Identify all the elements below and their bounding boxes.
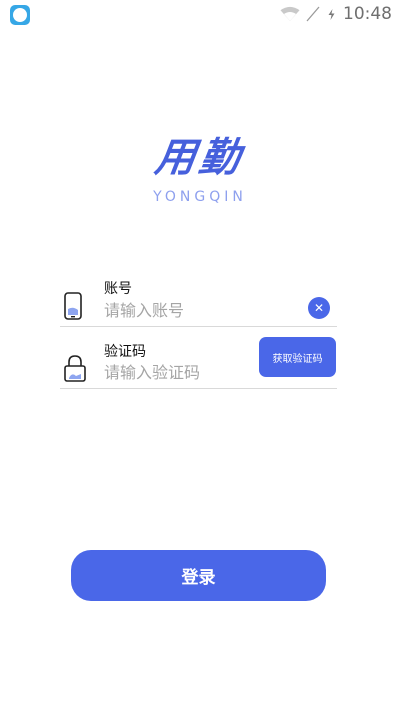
code-row: 验证码 获取验证码 (60, 328, 337, 389)
get-code-button[interactable]: 获取验证码 (259, 337, 336, 377)
phone-icon (64, 292, 82, 320)
account-row: 账号 ✕ (60, 266, 337, 327)
code-label: 验证码 (104, 344, 146, 360)
app-badge-icon (10, 5, 30, 25)
account-input[interactable] (104, 301, 294, 320)
battery-charging-icon (326, 5, 337, 23)
clear-icon[interactable]: ✕ (308, 297, 330, 319)
no-signal-icon (306, 6, 320, 22)
logo-title: 用勤 (152, 134, 247, 181)
account-label: 账号 (104, 281, 132, 297)
logo-subtitle: YONGQIN (153, 189, 247, 205)
lock-icon (64, 355, 86, 382)
status-time: 10:48 (343, 4, 392, 24)
status-icons: 10:48 (280, 3, 392, 25)
status-bar: 10:48 (0, 0, 400, 28)
login-button[interactable]: 登录 (71, 550, 326, 601)
wifi-icon (280, 6, 300, 21)
app-logo: 用勤 YONGQIN (0, 125, 400, 205)
